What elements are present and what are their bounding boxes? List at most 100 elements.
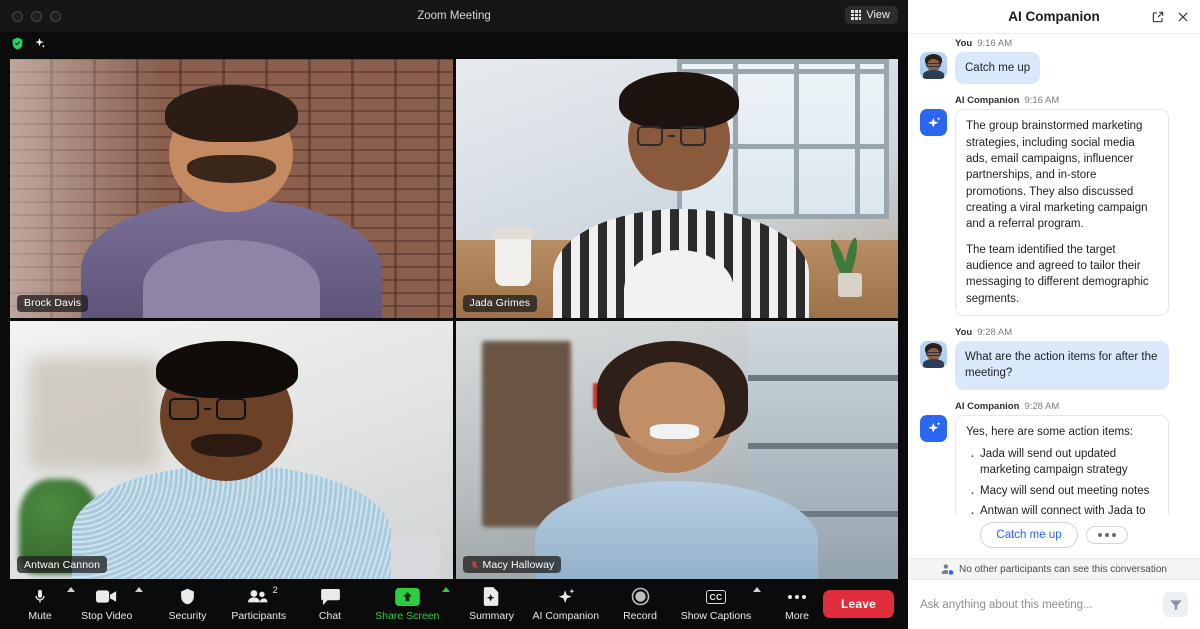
- video-camera-icon: [96, 586, 117, 607]
- video-feed: [10, 320, 453, 579]
- participants-label: Participants: [231, 610, 287, 622]
- audio-options-chevron[interactable]: [66, 583, 79, 625]
- microphone-icon: [32, 586, 48, 607]
- action-item: Macy will send out meeting notes: [970, 482, 1158, 504]
- video-tile-antwan-cannon[interactable]: Antwan Cannon: [10, 320, 453, 579]
- captions-options-chevron[interactable]: [752, 583, 765, 625]
- video-feed: [455, 320, 898, 579]
- message-time: 9:28 AM: [977, 326, 1013, 338]
- message-text: The group brainstormed marketing strateg…: [966, 120, 1148, 231]
- message-row: The group brainstormed marketing strateg…: [920, 109, 1188, 316]
- video-feed: [455, 59, 898, 318]
- minimize-window-button[interactable]: [31, 10, 42, 22]
- participant-name: Jada Grimes: [469, 297, 531, 309]
- ai-composer: [908, 580, 1200, 629]
- video-options-chevron[interactable]: [134, 583, 147, 625]
- summary-button[interactable]: Summary: [466, 586, 518, 622]
- share-screen-button[interactable]: Share Screen: [374, 586, 441, 622]
- zoom-meeting-app: Zoom Meeting View Brock Davis Jada Grime…: [0, 0, 1200, 629]
- participants-count: 2: [272, 585, 278, 596]
- stop-video-button[interactable]: Stop Video: [79, 586, 134, 622]
- send-button[interactable]: [1163, 592, 1188, 617]
- window-traffic-lights[interactable]: [0, 10, 61, 22]
- sparkle-icon: [556, 586, 576, 607]
- message-bubble: Catch me up: [955, 52, 1041, 85]
- more-label: More: [785, 610, 809, 622]
- share-screen-label: Share Screen: [375, 610, 440, 622]
- video-tile-jada-grimes[interactable]: Jada Grimes: [455, 59, 898, 318]
- microphone-muted-icon: [470, 560, 478, 569]
- catch-me-up-button[interactable]: Catch me up: [980, 522, 1078, 548]
- ai-companion-label: AI Companion: [532, 610, 600, 622]
- person-lock-icon: [941, 563, 954, 575]
- video-grid: Brock Davis Jada Grimes Antwan Cannon Ma…: [0, 54, 908, 579]
- glasses: [169, 398, 247, 421]
- ellipsis-icon: [787, 586, 806, 607]
- ai-sparkle-avatar: [920, 414, 947, 442]
- participant-name: Antwan Cannon: [24, 558, 101, 571]
- ai-sparkle-avatar: [920, 109, 947, 137]
- close-window-button[interactable]: [12, 10, 23, 22]
- message-row: Catch me up: [920, 52, 1188, 85]
- view-button-label: View: [866, 9, 890, 21]
- view-button[interactable]: View: [845, 6, 898, 24]
- plant-decor: [820, 227, 880, 297]
- message-row: What are the action items for after the …: [920, 340, 1188, 390]
- ai-conversation-scroll[interactable]: You 9:16 AM Catch me up AI Companion 9:16 …: [908, 34, 1200, 514]
- participant-name-tag: Jada Grimes: [462, 294, 538, 312]
- message-text: The team identified the target audience …: [966, 243, 1149, 305]
- message-meta: You 9:16 AM: [955, 38, 1188, 49]
- zoom-meeting-window: Zoom Meeting View Brock Davis Jada Grime…: [0, 0, 908, 629]
- ai-companion-button[interactable]: AI Companion: [532, 586, 600, 622]
- summary-doc-icon: [483, 586, 500, 607]
- action-item: Jada will send out updated marketing cam…: [970, 445, 1158, 479]
- cc-icon: CC: [705, 586, 727, 607]
- coffee-cup: [492, 227, 535, 287]
- mute-label: Mute: [28, 610, 52, 622]
- chat-button[interactable]: Chat: [304, 586, 356, 622]
- mute-button[interactable]: Mute: [14, 586, 66, 622]
- share-screen-icon: [394, 586, 420, 607]
- meeting-status-bar: [0, 32, 908, 54]
- ask-input[interactable]: [920, 598, 1155, 611]
- participant-name-tag: Macy Halloway: [462, 556, 562, 573]
- meeting-toolbar: Mute Stop Video Security 2 Participants …: [0, 579, 908, 629]
- maximize-window-button[interactable]: [50, 10, 61, 22]
- participant-name-tag: Antwan Cannon: [17, 556, 108, 573]
- action-item: Antwan will connect with Jada to incorpo…: [970, 502, 1158, 514]
- open-in-new-icon[interactable]: [1151, 10, 1165, 24]
- user-avatar: [920, 52, 947, 79]
- shield-check-icon[interactable]: [11, 36, 24, 51]
- privacy-notice: No other participants can see this conve…: [908, 558, 1200, 580]
- show-captions-button[interactable]: CC Show Captions: [680, 586, 752, 622]
- grid-icon: [851, 10, 862, 20]
- ellipsis-icon: [1097, 533, 1116, 537]
- participant-name: Brock Davis: [24, 297, 82, 309]
- message-text: Catch me up: [965, 62, 1031, 74]
- share-options-chevron[interactable]: [441, 583, 454, 625]
- suggestion-row: Catch me up: [908, 514, 1200, 558]
- sparkle-icon[interactable]: [33, 37, 46, 50]
- message-author: AI Companion: [955, 95, 1020, 107]
- security-button[interactable]: Security: [161, 586, 213, 622]
- leave-button[interactable]: Leave: [822, 590, 894, 618]
- record-button[interactable]: Record: [614, 586, 666, 622]
- participants-button[interactable]: 2 Participants: [229, 585, 288, 622]
- message-time: 9:16 AM: [1024, 95, 1060, 107]
- more-button[interactable]: More: [771, 586, 823, 622]
- message-group-user: You 9:28 AM What are the action items for…: [920, 327, 1188, 390]
- message-group-ai: AI Companion 9:16 AM The group brainstorm…: [920, 95, 1188, 316]
- summary-label: Summary: [469, 610, 514, 622]
- more-suggestions-button[interactable]: [1085, 526, 1128, 544]
- record-label: Record: [623, 610, 657, 622]
- message-group-user: You 9:16 AM Catch me up: [920, 38, 1188, 85]
- message-bubble: What are the action items for after the …: [955, 340, 1169, 390]
- message-meta: You 9:28 AM: [955, 327, 1188, 338]
- close-icon[interactable]: [1176, 10, 1190, 24]
- video-tile-macy-halloway[interactable]: Macy Halloway: [455, 320, 898, 579]
- privacy-text: No other participants can see this conve…: [959, 563, 1167, 575]
- message-time: 9:28 AM: [1024, 400, 1060, 412]
- message-text: What are the action items for after the …: [965, 350, 1158, 380]
- message-bubble: The group brainstormed marketing strateg…: [955, 109, 1169, 316]
- video-tile-brock-davis[interactable]: Brock Davis: [10, 59, 453, 318]
